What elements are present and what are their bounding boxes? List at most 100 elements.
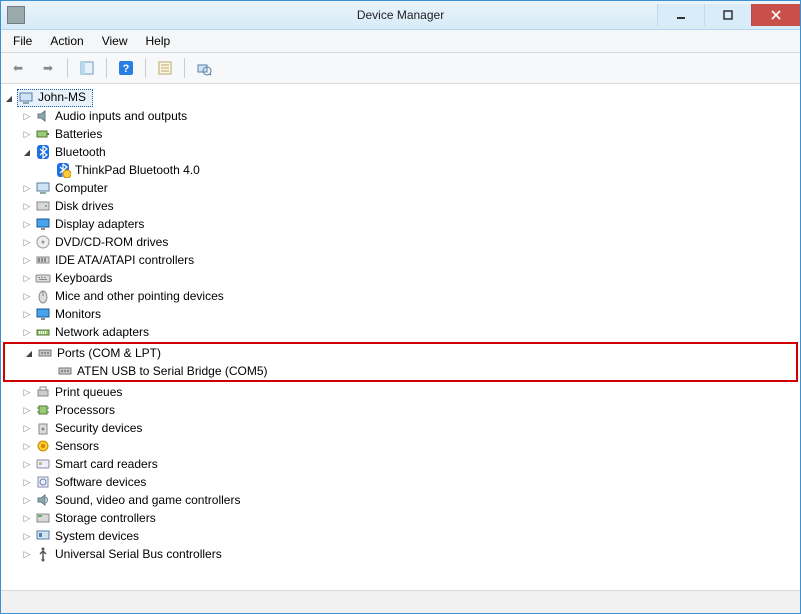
expand-toggle[interactable] xyxy=(21,218,33,230)
tree-category[interactable]: Batteries xyxy=(3,125,798,143)
port-dev-icon xyxy=(57,363,73,379)
expand-toggle[interactable] xyxy=(21,458,33,470)
cpu-icon xyxy=(35,402,51,418)
security-icon xyxy=(35,420,51,436)
expand-toggle[interactable] xyxy=(21,326,33,338)
tree-item-label: Smart card readers xyxy=(55,457,158,471)
expand-toggle[interactable] xyxy=(21,308,33,320)
tree-item-label: Ports (COM & LPT) xyxy=(57,346,161,360)
computer-icon xyxy=(35,180,51,196)
tree-category[interactable]: DVD/CD-ROM drives xyxy=(3,233,798,251)
title-bar[interactable]: Device Manager xyxy=(1,1,800,30)
tree-category[interactable]: Display adapters xyxy=(3,215,798,233)
tree-item-label: Batteries xyxy=(55,127,102,141)
tree-item-label: Monitors xyxy=(55,307,101,321)
tree-category[interactable]: Sound, video and game controllers xyxy=(3,491,798,509)
tree-category[interactable]: Monitors xyxy=(3,305,798,323)
tree-category[interactable]: Print queues xyxy=(3,383,798,401)
tree-category[interactable]: Sensors xyxy=(3,437,798,455)
tree-category[interactable]: Ports (COM & LPT) xyxy=(5,344,796,362)
tree-item-label: ATEN USB to Serial Bridge (COM5) xyxy=(77,364,268,378)
tree-root-label: John-MS xyxy=(38,90,86,106)
back-button[interactable]: ⬅ xyxy=(5,55,31,81)
tree-category[interactable]: Storage controllers xyxy=(3,509,798,527)
tree-pane[interactable]: John-MS Audio inputs and outputs Batteri… xyxy=(1,84,800,590)
tree-device[interactable]: ATEN USB to Serial Bridge (COM5) xyxy=(5,362,796,380)
show-hide-tree-button[interactable] xyxy=(74,55,100,81)
tree-root[interactable]: John-MS xyxy=(3,89,798,107)
help-button[interactable]: ? xyxy=(113,55,139,81)
menu-help[interactable]: Help xyxy=(138,32,179,50)
tree-item-label: IDE ATA/ATAPI controllers xyxy=(55,253,194,267)
printer-icon xyxy=(35,384,51,400)
properties-button[interactable] xyxy=(152,55,178,81)
expand-toggle[interactable] xyxy=(21,494,33,506)
printer-icon xyxy=(35,384,51,400)
computer-icon xyxy=(35,180,51,196)
system-icon xyxy=(35,528,51,544)
network-icon xyxy=(35,324,51,340)
tree-category[interactable]: IDE ATA/ATAPI controllers xyxy=(3,251,798,269)
expand-toggle[interactable] xyxy=(21,146,33,158)
menu-view[interactable]: View xyxy=(94,32,136,50)
expand-toggle[interactable] xyxy=(23,347,35,359)
tree-item-label: Sensors xyxy=(55,439,99,453)
tree-device[interactable]: ThinkPad Bluetooth 4.0 xyxy=(3,161,798,179)
tree-category[interactable]: Security devices xyxy=(3,419,798,437)
tree-category[interactable]: Smart card readers xyxy=(3,455,798,473)
tree-category[interactable]: Universal Serial Bus controllers xyxy=(3,545,798,563)
tree-category[interactable]: Software devices xyxy=(3,473,798,491)
expand-toggle[interactable] xyxy=(21,128,33,140)
sensor-icon xyxy=(35,438,51,454)
menu-file[interactable]: File xyxy=(5,32,40,50)
software-icon xyxy=(35,474,51,490)
expand-toggle[interactable] xyxy=(21,404,33,416)
tree-category[interactable]: Network adapters xyxy=(3,323,798,341)
display-icon xyxy=(35,216,51,232)
usb-icon xyxy=(35,546,51,562)
expand-toggle[interactable] xyxy=(21,272,33,284)
toolbar-separator xyxy=(184,58,185,78)
expand-toggle[interactable] xyxy=(21,200,33,212)
tree-icon xyxy=(79,60,95,76)
tree-category[interactable]: Disk drives xyxy=(3,197,798,215)
expand-toggle[interactable] xyxy=(21,530,33,542)
security-icon xyxy=(35,420,51,436)
sound-icon xyxy=(35,492,51,508)
audio-icon xyxy=(35,108,51,124)
tree-category[interactable]: Keyboards xyxy=(3,269,798,287)
forward-button[interactable]: ➡ xyxy=(35,55,61,81)
tree-category[interactable]: System devices xyxy=(3,527,798,545)
expand-toggle[interactable] xyxy=(21,440,33,452)
tree-category[interactable]: Processors xyxy=(3,401,798,419)
expand-toggle[interactable] xyxy=(21,236,33,248)
tree-item-label: Software devices xyxy=(55,475,146,489)
ide-icon xyxy=(35,252,51,268)
expand-toggle[interactable] xyxy=(3,92,15,104)
tree-category[interactable]: Mice and other pointing devices xyxy=(3,287,798,305)
tree-category[interactable]: Audio inputs and outputs xyxy=(3,107,798,125)
expand-toggle[interactable] xyxy=(21,512,33,524)
expand-toggle[interactable] xyxy=(21,290,33,302)
port-dev-icon xyxy=(57,363,73,379)
sound-icon xyxy=(35,492,51,508)
menu-action[interactable]: Action xyxy=(42,32,91,50)
tree-category[interactable]: Computer xyxy=(3,179,798,197)
toolbar-separator xyxy=(145,58,146,78)
ide-icon xyxy=(35,252,51,268)
expand-toggle[interactable] xyxy=(21,548,33,560)
storage-icon xyxy=(35,510,51,526)
tree-item-label: Processors xyxy=(55,403,115,417)
expand-toggle[interactable] xyxy=(21,254,33,266)
expand-toggle[interactable] xyxy=(21,422,33,434)
scan-hardware-button[interactable] xyxy=(191,55,217,81)
tree-item-label: Audio inputs and outputs xyxy=(55,109,187,123)
svg-text:?: ? xyxy=(123,63,130,75)
bluetooth-dev-icon xyxy=(55,162,71,178)
expand-toggle[interactable] xyxy=(21,386,33,398)
expand-toggle[interactable] xyxy=(21,110,33,122)
expand-toggle[interactable] xyxy=(21,476,33,488)
expand-toggle[interactable] xyxy=(21,182,33,194)
tree-category[interactable]: Bluetooth xyxy=(3,143,798,161)
audio-icon xyxy=(35,108,51,124)
